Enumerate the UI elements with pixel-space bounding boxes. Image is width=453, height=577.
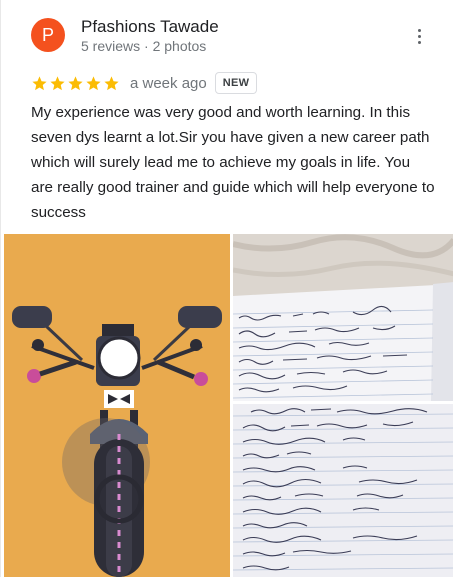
reviewer-name[interactable]: Pfashions Tawade [81, 17, 219, 37]
review-text: My experience was very good and worth le… [31, 104, 435, 221]
star-icon [86, 75, 101, 90]
photo-grid [4, 234, 453, 577]
star-icon [68, 75, 83, 90]
new-badge: NEW [214, 72, 258, 94]
review-time: a week ago [130, 74, 207, 92]
star-icon [104, 75, 119, 90]
more-vert-icon[interactable] [409, 24, 429, 48]
star-icon [32, 75, 47, 90]
star-rating [31, 75, 120, 92]
avatar-initial: P [41, 24, 54, 45]
star-icon [50, 75, 65, 90]
photo-handwritten-notes-2[interactable] [233, 404, 453, 577]
reviewer-meta: 5 reviews · 2 photos [81, 38, 207, 54]
review-card: P Pfashions Tawade 5 reviews · 2 photos … [0, 0, 453, 577]
photo-motorcycle-illustration[interactable] [4, 234, 230, 577]
rating-row: a week ago NEW [31, 71, 258, 95]
reviewer-avatar[interactable]: P [31, 18, 65, 52]
photo-handwritten-notes-1[interactable] [233, 234, 453, 401]
